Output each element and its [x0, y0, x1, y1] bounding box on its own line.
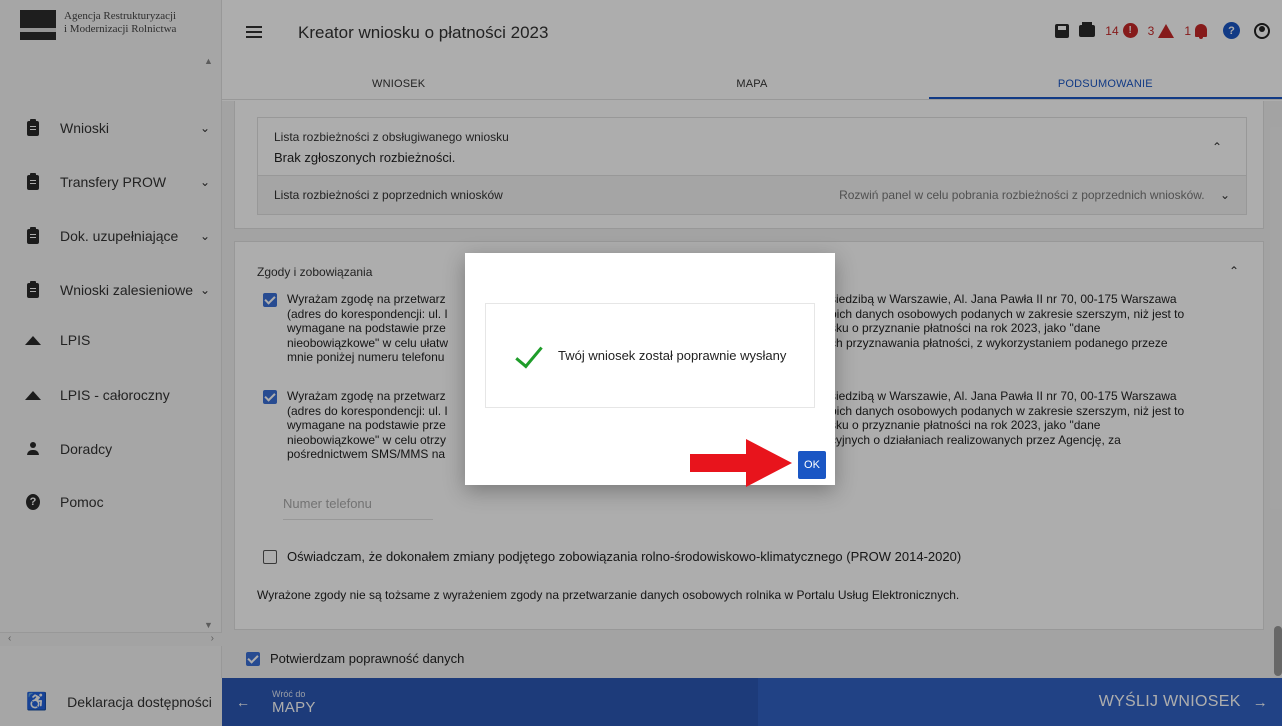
- annotation-arrow-icon: [690, 439, 792, 487]
- checkmark-icon: [514, 343, 540, 369]
- success-message-box: Twój wniosek został poprawnie wysłany: [485, 303, 815, 408]
- ok-button[interactable]: OK: [798, 451, 826, 479]
- success-message: Twój wniosek został poprawnie wysłany: [558, 348, 787, 363]
